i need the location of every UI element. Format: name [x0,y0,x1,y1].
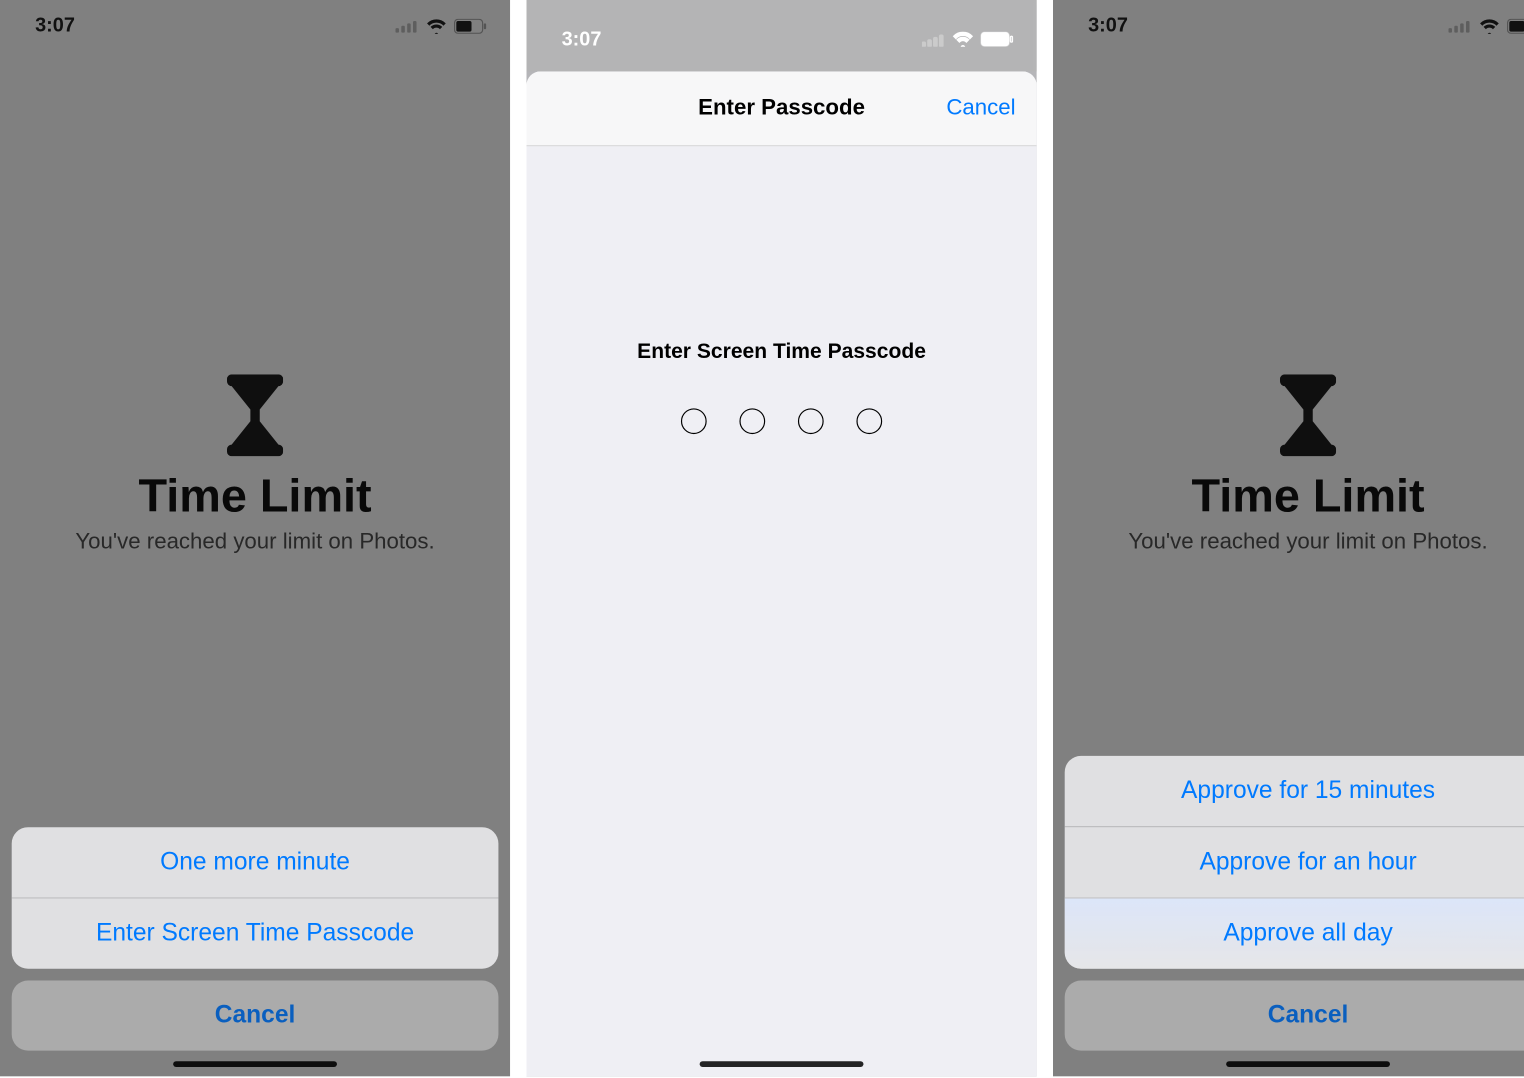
cellular-icon [395,19,418,33]
battery-icon [454,18,487,33]
enter-passcode-button[interactable]: Enter Screen Time Passcode [12,897,499,968]
passcode-dot-2 [739,408,765,434]
action-sheet: One more minute Enter Screen Time Passco… [12,827,499,1050]
passcode-dot-4 [856,408,882,434]
screen-approve-options: Time Limit You've reached your limit on … [1053,0,1524,1076]
status-time: 3:07 [562,27,602,50]
passcode-dot-1 [681,408,707,434]
passcode-dots[interactable] [681,408,882,434]
approve-15-minutes-button[interactable]: Approve for 15 minutes [1065,756,1524,826]
wifi-icon [1479,18,1500,33]
status-icons [1448,18,1524,33]
approve-all-day-button[interactable]: Approve all day [1065,897,1524,968]
one-more-minute-button[interactable]: One more minute [12,827,499,897]
screen-enter-passcode: 3:07 Enter Passcode Cancel Enter Screen … [527,0,1037,1076]
status-bar: 3:07 [527,0,1037,71]
status-time: 3:07 [35,14,75,37]
home-indicator[interactable] [700,1061,864,1067]
wifi-icon [952,32,973,47]
status-bar: 3:07 [1053,0,1524,51]
cellular-icon [922,32,945,46]
action-sheet-group: One more minute Enter Screen Time Passco… [12,827,499,969]
home-indicator[interactable] [173,1061,337,1067]
home-indicator[interactable] [1226,1061,1390,1067]
cancel-button[interactable]: Cancel [1065,980,1524,1050]
status-icons [922,32,1013,47]
screen-time-limit-options: Time Limit You've reached your limit on … [0,0,510,1076]
passcode-modal: Enter Passcode Cancel Enter Screen Time … [527,71,1037,1076]
modal-title: Enter Passcode [698,95,865,121]
status-icons [395,18,486,33]
action-sheet: Approve for 15 minutes Approve for an ho… [1065,756,1524,1051]
passcode-body: Enter Screen Time Passcode [527,146,1037,434]
cellular-icon [1448,19,1471,33]
status-time: 3:07 [1088,14,1128,37]
battery-icon [1507,18,1524,33]
wifi-icon [426,18,447,33]
modal-header: Enter Passcode Cancel [527,71,1037,146]
approve-hour-button[interactable]: Approve for an hour [1065,826,1524,897]
passcode-dot-3 [798,408,824,434]
battery-icon [980,32,1013,47]
action-sheet-group: Approve for 15 minutes Approve for an ho… [1065,756,1524,969]
modal-cancel-button[interactable]: Cancel [946,71,1015,145]
passcode-prompt: Enter Screen Time Passcode [637,339,926,364]
status-bar: 3:07 [0,0,510,51]
cancel-button[interactable]: Cancel [12,980,499,1050]
